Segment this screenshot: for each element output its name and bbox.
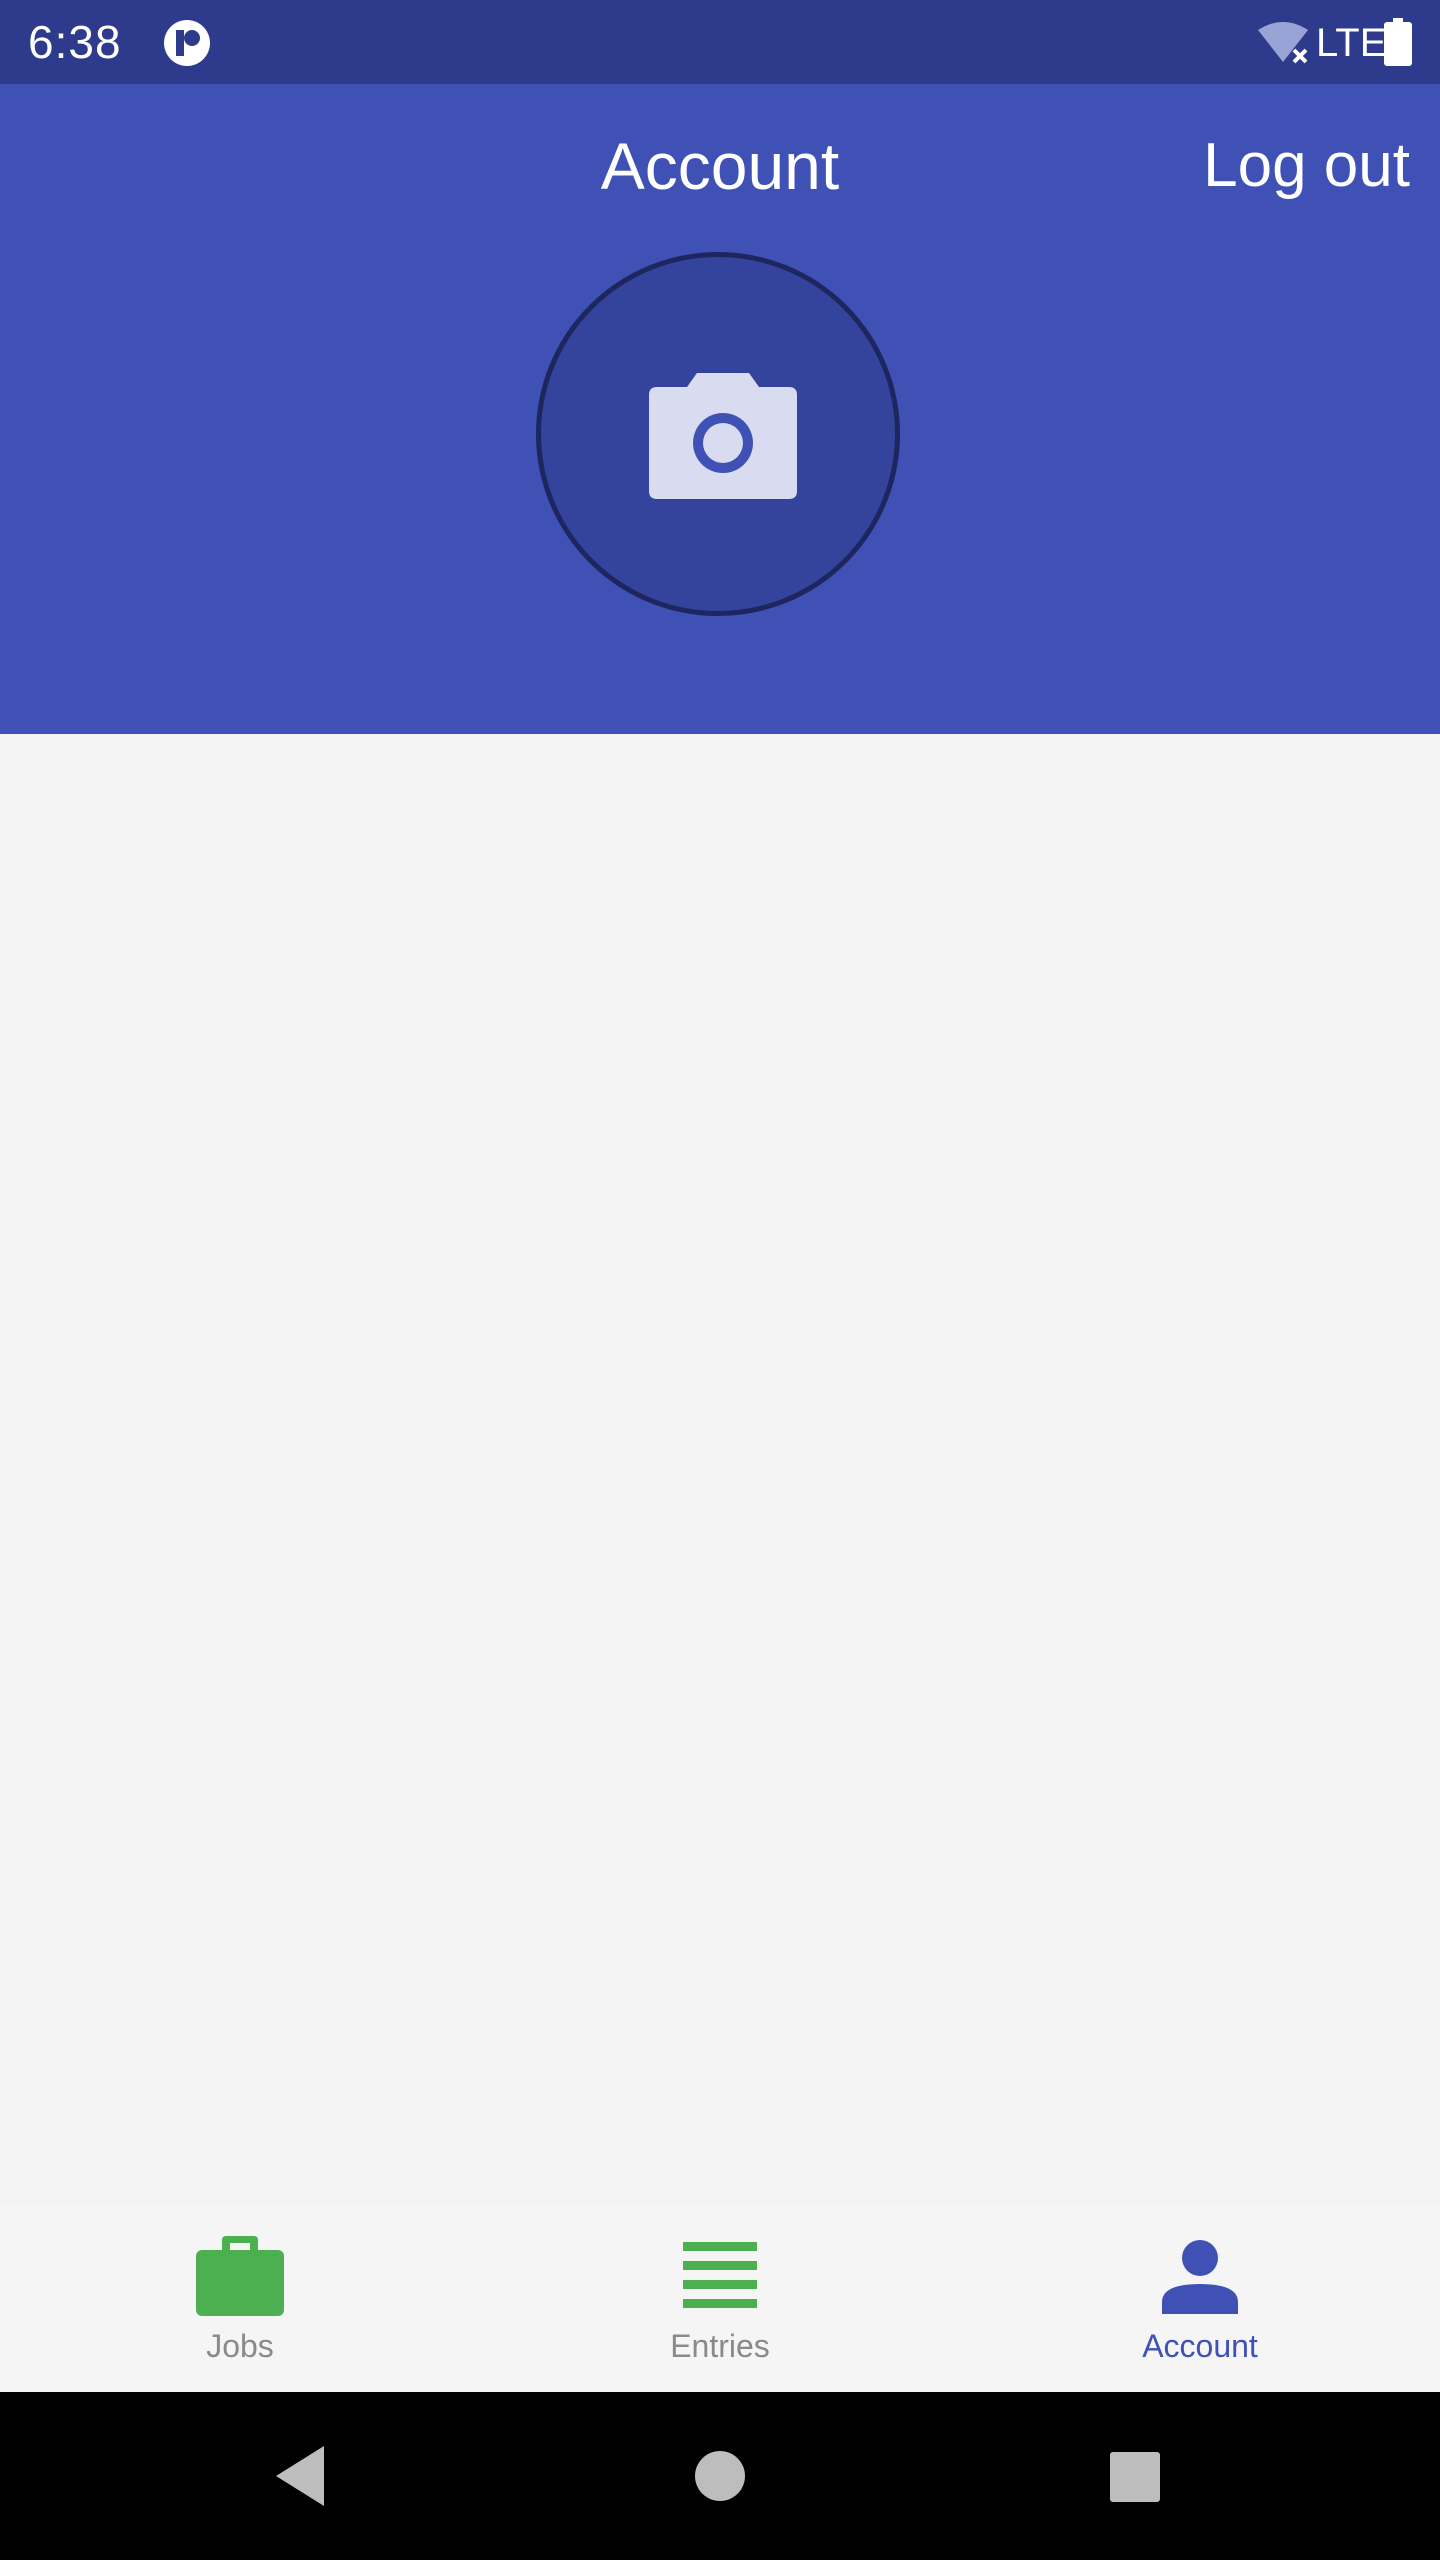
battery-icon: [1384, 18, 1412, 66]
nav-item-account[interactable]: Account: [960, 2204, 1440, 2392]
list-icon: [683, 2242, 757, 2308]
camera-icon: [649, 373, 797, 499]
nav-label-account: Account: [1142, 2328, 1258, 2364]
nav-label-jobs: Jobs: [206, 2328, 274, 2364]
recents-icon[interactable]: [1110, 2452, 1160, 2502]
content-area: [0, 734, 1440, 2204]
nav-label-entries: Entries: [670, 2328, 770, 2364]
briefcase-icon: [196, 2236, 284, 2316]
system-navigation-bar: [0, 2392, 1440, 2560]
app-bar: Account Log out: [0, 84, 1440, 734]
avatar-upload-button[interactable]: [536, 252, 900, 616]
screen: 6:38 LTE Account Log out Jobs Entries Ac…: [0, 0, 1440, 2560]
back-icon[interactable]: [272, 2444, 328, 2508]
nav-item-entries[interactable]: Entries: [480, 2204, 960, 2392]
nav-item-jobs[interactable]: Jobs: [0, 2204, 480, 2392]
wifi-off-icon: [1258, 22, 1308, 64]
network-type: LTE: [1316, 21, 1387, 65]
status-time: 6:38: [28, 16, 122, 68]
status-bar: 6:38 LTE: [0, 0, 1440, 84]
person-icon: [1162, 2240, 1238, 2314]
app-notification-icon: [164, 20, 210, 66]
bottom-navigation: Jobs Entries Account: [0, 2204, 1440, 2392]
home-icon[interactable]: [694, 2450, 746, 2502]
logout-button[interactable]: Log out: [1203, 126, 1410, 206]
